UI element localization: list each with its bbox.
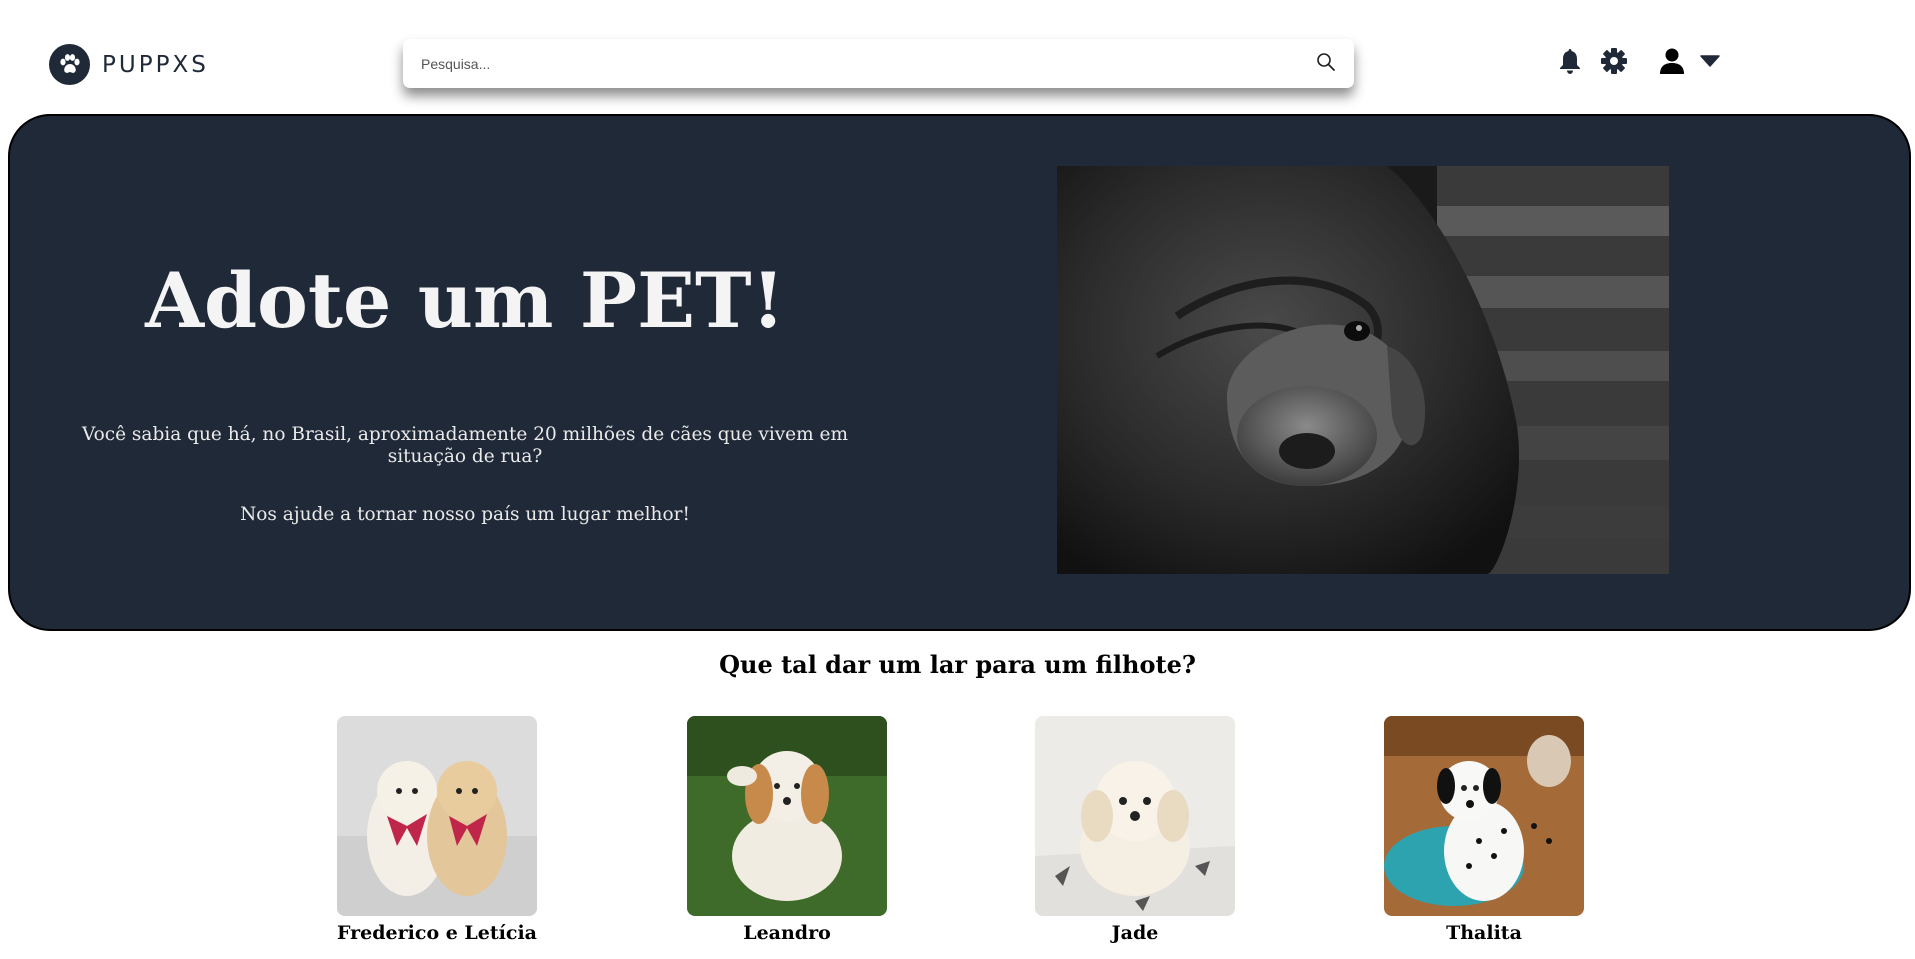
search-bar <box>403 39 1354 88</box>
hero-text-fact: Você sabia que há, no Brasil, aproximada… <box>81 424 849 467</box>
paw-icon <box>49 44 90 85</box>
pet-photo[interactable] <box>337 716 537 916</box>
hero-text-callout: Nos ajude a tornar nosso país um lugar m… <box>240 504 690 525</box>
gear-icon[interactable] <box>1599 47 1629 75</box>
pet-card[interactable]: Thalita <box>1364 716 1604 944</box>
pet-photo[interactable] <box>687 716 887 916</box>
hero-dog-photo <box>1057 166 1669 574</box>
pet-card[interactable]: Jade <box>1015 716 1255 944</box>
pet-photo[interactable] <box>1035 716 1235 916</box>
hero-banner: Adote um PET! Você sabia que há, no Bras… <box>8 114 1911 631</box>
logo[interactable]: PUPPXS <box>49 44 209 85</box>
pet-card[interactable]: Leandro <box>667 716 907 944</box>
pet-name: Jade <box>1111 922 1159 944</box>
pet-card[interactable]: Frederico e Letícia <box>317 716 557 944</box>
pet-name: Leandro <box>743 922 831 944</box>
header-actions <box>1555 47 1721 75</box>
caret-down-icon[interactable] <box>1699 55 1721 67</box>
pet-photo[interactable] <box>1384 716 1584 916</box>
user-icon[interactable] <box>1657 47 1687 75</box>
logo-text: PUPPXS <box>102 51 209 78</box>
hero-title: Adote um PET! <box>145 256 785 345</box>
bell-icon[interactable] <box>1555 47 1585 75</box>
pet-name: Frederico e Letícia <box>337 922 537 944</box>
search-input[interactable] <box>421 55 1301 72</box>
puppies-section-title: Que tal dar um lar para um filhote? <box>719 650 1196 679</box>
pet-name: Thalita <box>1446 922 1522 944</box>
search-icon[interactable] <box>1316 52 1336 76</box>
